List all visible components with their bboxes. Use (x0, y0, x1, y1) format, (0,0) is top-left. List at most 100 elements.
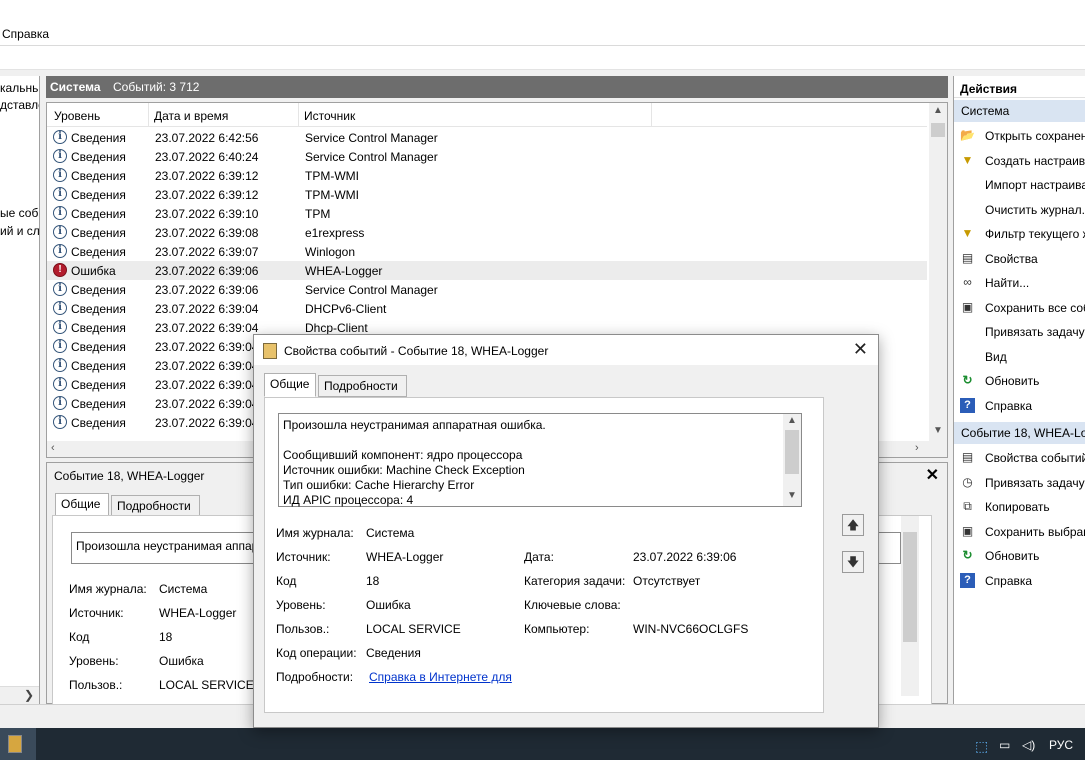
action-item[interactable]: Привязать задачу (954, 322, 1085, 342)
action-item[interactable]: Очистить журнал... (954, 200, 1085, 220)
action-label: Свойства (985, 251, 1038, 266)
online-help-link[interactable]: Справка в Интернете для (369, 670, 512, 684)
event-row[interactable]: i Сведения 23.07.2022 6:39:12 TPM-WMI (47, 166, 927, 185)
event-row[interactable]: i Сведения 23.07.2022 6:40:24 Service Contr… (47, 147, 927, 166)
event-row[interactable]: ! Ошибка 23.07.2022 6:39:06 WHEA-Logger (47, 261, 927, 280)
event-datetime: 23.07.2022 6:42:56 (155, 131, 259, 145)
action-item[interactable]: ? Справка (954, 571, 1085, 591)
tree-item[interactable]: дставле (0, 98, 39, 112)
action-item[interactable]: ▼ Фильтр текущего ж (954, 224, 1085, 244)
action-item[interactable]: ▼ Создать настраива (954, 151, 1085, 171)
scrollbar-thumb[interactable] (903, 532, 917, 642)
event-source: Service Control Manager (305, 131, 438, 145)
event-source: TPM-WMI (305, 169, 359, 183)
scroll-down-icon[interactable]: ▼ (929, 425, 947, 436)
next-event-button[interactable]: 🡇 (842, 551, 864, 573)
event-viewer-icon (8, 735, 22, 753)
event-row[interactable]: i Сведения 23.07.2022 6:42:56 Service Contr… (47, 128, 927, 147)
tree-item[interactable]: ые соб (0, 206, 38, 220)
event-level: Сведения (71, 131, 126, 145)
arrow-up-icon: 🡅 (846, 518, 860, 532)
taskbar-app-button[interactable] (0, 728, 36, 760)
actions-section-system[interactable]: Система (954, 100, 1085, 122)
info-icon: i (53, 168, 67, 182)
scrollbar-thumb[interactable] (785, 430, 799, 474)
action-item[interactable]: ∞ Найти... (954, 273, 1085, 293)
event-row[interactable]: i Сведения 23.07.2022 6:39:07 Winlogon (47, 242, 927, 261)
action-item[interactable]: ⧉ Копировать (954, 497, 1085, 517)
event-row[interactable]: i Сведения 23.07.2022 6:39:10 TPM (47, 204, 927, 223)
action-label: Открыть сохранен (985, 129, 1085, 143)
network-tray-icon[interactable]: ⬚ (975, 738, 988, 755)
message-vertical-scrollbar[interactable]: ▲ ▼ (783, 414, 801, 506)
field-value: 18 (366, 574, 380, 588)
event-count: Событий: 3 712 (113, 80, 200, 94)
action-item[interactable]: Вид (954, 347, 1085, 367)
tab-general[interactable]: Общие (55, 493, 109, 517)
action-item[interactable]: ▣ Сохранить выбран (954, 522, 1085, 542)
action-label: Импорт настраива (985, 178, 1085, 192)
dialog-titlebar[interactable]: Свойства событий - Событие 18, WHEA-Logg… (254, 335, 878, 365)
action-item[interactable]: Импорт настраива (954, 175, 1085, 195)
event-source: DHCPv6-Client (305, 302, 387, 316)
event-row[interactable]: i Сведения 23.07.2022 6:39:06 Service Contr… (47, 280, 927, 299)
scroll-up-icon[interactable]: ▲ (929, 105, 947, 116)
event-row[interactable]: i Сведения 23.07.2022 6:39:12 TPM-WMI (47, 185, 927, 204)
tab-details[interactable]: Подробности (318, 375, 407, 397)
field-value: Сведения (366, 646, 421, 660)
info-icon: i (53, 377, 67, 391)
scroll-right-icon[interactable]: › (915, 442, 919, 454)
field-value: 23.07.2022 6:39:06 (633, 550, 737, 564)
menu-help[interactable]: Справка (2, 27, 49, 41)
action-item[interactable]: ↻ Обновить (954, 371, 1085, 391)
event-list-vertical-scrollbar[interactable]: ▲ ▼ (929, 103, 947, 443)
language-indicator[interactable]: РУС (1049, 738, 1073, 752)
action-item[interactable]: ↻ Обновить (954, 546, 1085, 566)
monitor-tray-icon[interactable]: ▭ (999, 738, 1010, 752)
close-icon[interactable]: ✕ (853, 339, 868, 360)
info-icon: i (53, 225, 67, 239)
tree-item[interactable]: кальнь (0, 81, 38, 95)
preview-title: Событие 18, WHEA-Logger (54, 469, 205, 483)
event-datetime: 23.07.2022 6:39:04 (155, 397, 259, 411)
info-icon: i (53, 187, 67, 201)
action-item[interactable]: ▣ Сохранить все соб (954, 298, 1085, 318)
field-label: Имя журнала: (276, 526, 354, 540)
event-message[interactable]: Произошла неустранимая аппаратная ошибка… (278, 413, 802, 507)
event-row[interactable]: i Сведения 23.07.2022 6:39:08 e1rexpress (47, 223, 927, 242)
event-level: Сведения (71, 207, 126, 221)
scroll-down-icon[interactable]: ▼ (783, 490, 801, 501)
tab-details[interactable]: Подробности (111, 495, 200, 517)
tab-general[interactable]: Общие (264, 373, 316, 397)
field-value: LOCAL SERVICE (159, 678, 254, 692)
action-item[interactable]: 📂 Открыть сохранен (954, 126, 1085, 146)
action-item[interactable]: ◷ Привязать задачу (954, 473, 1085, 493)
action-item[interactable]: ▤ Свойства событий (954, 448, 1085, 468)
scroll-left-icon[interactable]: ‹ (51, 442, 55, 454)
close-icon[interactable]: ✕ (926, 465, 939, 485)
info-icon: i (53, 320, 67, 334)
action-item[interactable]: ? Справка (954, 396, 1085, 416)
error-icon: ! (53, 263, 67, 277)
event-level: Сведения (71, 150, 126, 164)
preview-vertical-scrollbar[interactable] (901, 516, 919, 696)
scroll-up-icon[interactable]: ▲ (783, 415, 801, 426)
previous-event-button[interactable]: 🡅 (842, 514, 864, 536)
field-label: Уровень: (276, 598, 326, 612)
column-datetime[interactable]: Дата и время (154, 109, 228, 123)
action-item[interactable]: ▤ Свойства (954, 249, 1085, 269)
tree-horizontal-scrollbar[interactable]: ❯ (0, 686, 39, 704)
binoculars-icon: ∞ (963, 275, 972, 289)
speaker-icon[interactable]: ◁) (1022, 738, 1035, 752)
actions-section-event[interactable]: Событие 18, WHEA-Log (954, 422, 1085, 444)
column-source[interactable]: Источник (304, 109, 355, 123)
action-label: Найти... (985, 276, 1030, 290)
scroll-right-icon[interactable]: ❯ (24, 688, 34, 702)
scrollbar-thumb[interactable] (931, 123, 945, 137)
column-level[interactable]: Уровень (54, 109, 100, 123)
event-row[interactable]: i Сведения 23.07.2022 6:39:04 DHCPv6-Client (47, 299, 927, 318)
event-level: Сведения (71, 359, 126, 373)
tree-item[interactable]: ий и сл (0, 224, 39, 238)
details-label: Подробности: (276, 670, 354, 684)
arrow-down-icon: 🡇 (846, 555, 860, 569)
